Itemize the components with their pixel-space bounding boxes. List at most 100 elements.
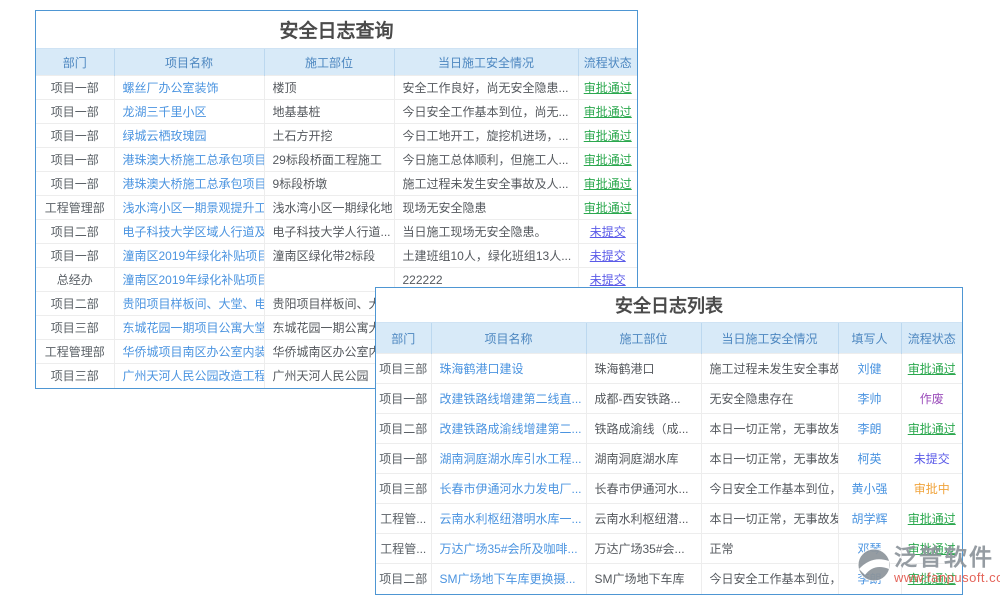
column-header-project-name: 项目名称 [114,49,264,76]
project-name-link[interactable]: SM广场地下车库更换摄... [431,564,586,594]
project-name-link[interactable]: 华侨城项目南区办公室内装修 [114,340,264,364]
writer-link[interactable]: 柯英 [838,444,901,474]
status-link[interactable]: 审批通过 [901,564,962,594]
project-name-link[interactable]: 湖南洞庭湖水库引水工程... [431,444,586,474]
safety-log-list-panel: 安全日志列表 部门 项目名称 施工部位 当日施工安全情况 填写人 流程状态 项目… [375,287,963,595]
department-cell: 项目二部 [376,564,431,594]
table-row[interactable]: 项目一部湖南洞庭湖水库引水工程...湖南洞庭湖水库本日一切正常，无事故发...柯… [376,444,962,474]
query-panel-title: 安全日志查询 [36,11,637,48]
table-row[interactable]: 项目三部珠海鹤港口建设珠海鹤港口施工过程未发生安全事故...刘健审批通过 [376,354,962,384]
project-name-link[interactable]: 改建铁路线增建第二线直... [431,384,586,414]
department-cell: 项目一部 [376,444,431,474]
safety-situation-cell: 现场无安全隐患 [394,196,578,220]
safety-situation-cell: 今日安全工作基本到位，... [701,564,838,594]
table-row[interactable]: 工程管...云南水利枢纽潜明水库一...云南水利枢纽潜...本日一切正常，无事故… [376,504,962,534]
status-link[interactable]: 未提交 [901,444,962,474]
safety-situation-cell: 本日一切正常，无事故发... [701,414,838,444]
construction-site-cell: 29标段桥面工程施工 [264,148,394,172]
safety-situation-cell: 今日施工总体顺利，但施工人... [394,148,578,172]
project-name-link[interactable]: 电子科技大学区域人行道及非 [114,220,264,244]
table-row[interactable]: 项目一部绿城云栖玫瑰园土石方开挖今日工地开工，旋挖机进场，...审批通过 [36,124,637,148]
status-link[interactable]: 审批通过 [901,504,962,534]
project-name-link[interactable]: 潼南区2019年绿化补贴项目-绿 [114,244,264,268]
project-name-link[interactable]: 螺丝厂办公室装饰 [114,76,264,100]
project-name-link[interactable]: 贵阳项目样板间、大堂、电梯 [114,292,264,316]
construction-site-cell: 土石方开挖 [264,124,394,148]
status-link[interactable]: 审批通过 [578,100,637,124]
department-cell: 总经办 [36,268,114,292]
list-panel-title: 安全日志列表 [376,288,962,322]
column-header-writer: 填写人 [838,323,901,354]
status-link[interactable]: 作废 [901,384,962,414]
construction-site-cell: 潼南区绿化带2标段 [264,244,394,268]
query-table-header-row: 部门 项目名称 施工部位 当日施工安全情况 流程状态 [36,49,637,76]
status-link[interactable]: 审批通过 [578,76,637,100]
department-cell: 工程管理部 [36,196,114,220]
status-link[interactable]: 审批通过 [578,124,637,148]
safety-situation-cell: 正常 [701,534,838,564]
project-name-link[interactable]: 浅水湾小区一期景观提升工程 [114,196,264,220]
table-row[interactable]: 项目二部电子科技大学区域人行道及非电子科技大学人行道...当日施工现场无安全隐患… [36,220,637,244]
status-link[interactable]: 未提交 [578,220,637,244]
construction-site-cell: 长春市伊通河水... [586,474,701,504]
table-row[interactable]: 项目一部龙湖三千里小区地基基桩今日安全工作基本到位，尚无...审批通过 [36,100,637,124]
project-name-link[interactable]: 绿城云栖玫瑰园 [114,124,264,148]
project-name-link[interactable]: 东城花园一期项目公寓大堂 装修 [114,316,264,340]
department-cell: 项目一部 [36,100,114,124]
project-name-link[interactable]: 广州天河人民公园改造工程 [114,364,264,388]
status-link[interactable]: 审批通过 [901,414,962,444]
project-name-link[interactable]: 云南水利枢纽潜明水库一... [431,504,586,534]
status-link[interactable]: 审批通过 [901,534,962,564]
department-cell: 工程管理部 [36,340,114,364]
safety-situation-cell: 今日工地开工，旋挖机进场，... [394,124,578,148]
writer-link[interactable]: 李朗 [838,564,901,594]
department-cell: 项目一部 [36,76,114,100]
project-name-link[interactable]: 改建铁路成渝线增建第二... [431,414,586,444]
table-row[interactable]: 工程管理部浅水湾小区一期景观提升工程浅水湾小区一期绿化地现场无安全隐患审批通过 [36,196,637,220]
project-name-link[interactable]: 珠海鹤港口建设 [431,354,586,384]
department-cell: 项目一部 [36,148,114,172]
writer-link[interactable]: 李帅 [838,384,901,414]
list-table-header-row: 部门 项目名称 施工部位 当日施工安全情况 填写人 流程状态 [376,323,962,354]
table-row[interactable]: 项目一部港珠澳大桥施工总承包项目29标段桥面工程施工今日施工总体顺利，但施工人.… [36,148,637,172]
table-row[interactable]: 项目二部SM广场地下车库更换摄...SM广场地下车库今日安全工作基本到位，...… [376,564,962,594]
writer-link[interactable]: 黄小强 [838,474,901,504]
safety-log-list-table: 部门 项目名称 施工部位 当日施工安全情况 填写人 流程状态 项目三部珠海鹤港口… [376,322,962,594]
writer-link[interactable]: 刘健 [838,354,901,384]
construction-site-cell: SM广场地下车库 [586,564,701,594]
table-row[interactable]: 项目一部港珠澳大桥施工总承包项目9标段桥墩施工过程未发生安全事故及人...审批通… [36,172,637,196]
project-name-link[interactable]: 万达广场35#会所及咖啡... [431,534,586,564]
construction-site-cell: 成都-西安铁路... [586,384,701,414]
construction-site-cell: 9标段桥墩 [264,172,394,196]
status-link[interactable]: 审批通过 [578,148,637,172]
project-name-link[interactable]: 长春市伊通河水力发电厂... [431,474,586,504]
safety-situation-cell: 土建班组10人，绿化班组13人... [394,244,578,268]
writer-link[interactable]: 李朗 [838,414,901,444]
table-row[interactable]: 项目二部改建铁路成渝线增建第二...铁路成渝线（成...本日一切正常，无事故发.… [376,414,962,444]
status-link[interactable]: 审批通过 [901,354,962,384]
construction-site-cell: 楼顶 [264,76,394,100]
table-row[interactable]: 项目三部长春市伊通河水力发电厂...长春市伊通河水...今日安全工作基本到位，.… [376,474,962,504]
department-cell: 项目一部 [36,124,114,148]
department-cell: 项目二部 [36,292,114,316]
department-cell: 项目三部 [36,316,114,340]
project-name-link[interactable]: 龙湖三千里小区 [114,100,264,124]
table-row[interactable]: 项目一部改建铁路线增建第二线直...成都-西安铁路...无安全隐患存在李帅作废 [376,384,962,414]
safety-situation-cell: 施工过程未发生安全事故及人... [394,172,578,196]
department-cell: 项目二部 [36,220,114,244]
column-header-project-name: 项目名称 [431,323,586,354]
status-link[interactable]: 审批通过 [578,172,637,196]
status-link[interactable]: 未提交 [578,244,637,268]
status-link[interactable]: 审批中 [901,474,962,504]
writer-link[interactable]: 邓琴 [838,534,901,564]
department-cell: 工程管... [376,504,431,534]
table-row[interactable]: 工程管...万达广场35#会所及咖啡...万达广场35#会...正常邓琴审批通过 [376,534,962,564]
table-row[interactable]: 项目一部螺丝厂办公室装饰楼顶安全工作良好，尚无安全隐患...审批通过 [36,76,637,100]
table-row[interactable]: 项目一部潼南区2019年绿化补贴项目-绿潼南区绿化带2标段土建班组10人，绿化班… [36,244,637,268]
status-link[interactable]: 审批通过 [578,196,637,220]
writer-link[interactable]: 胡学辉 [838,504,901,534]
project-name-link[interactable]: 港珠澳大桥施工总承包项目 [114,172,264,196]
project-name-link[interactable]: 潼南区2019年绿化补贴项目-绿 [114,268,264,292]
safety-situation-cell: 施工过程未发生安全事故... [701,354,838,384]
project-name-link[interactable]: 港珠澳大桥施工总承包项目 [114,148,264,172]
